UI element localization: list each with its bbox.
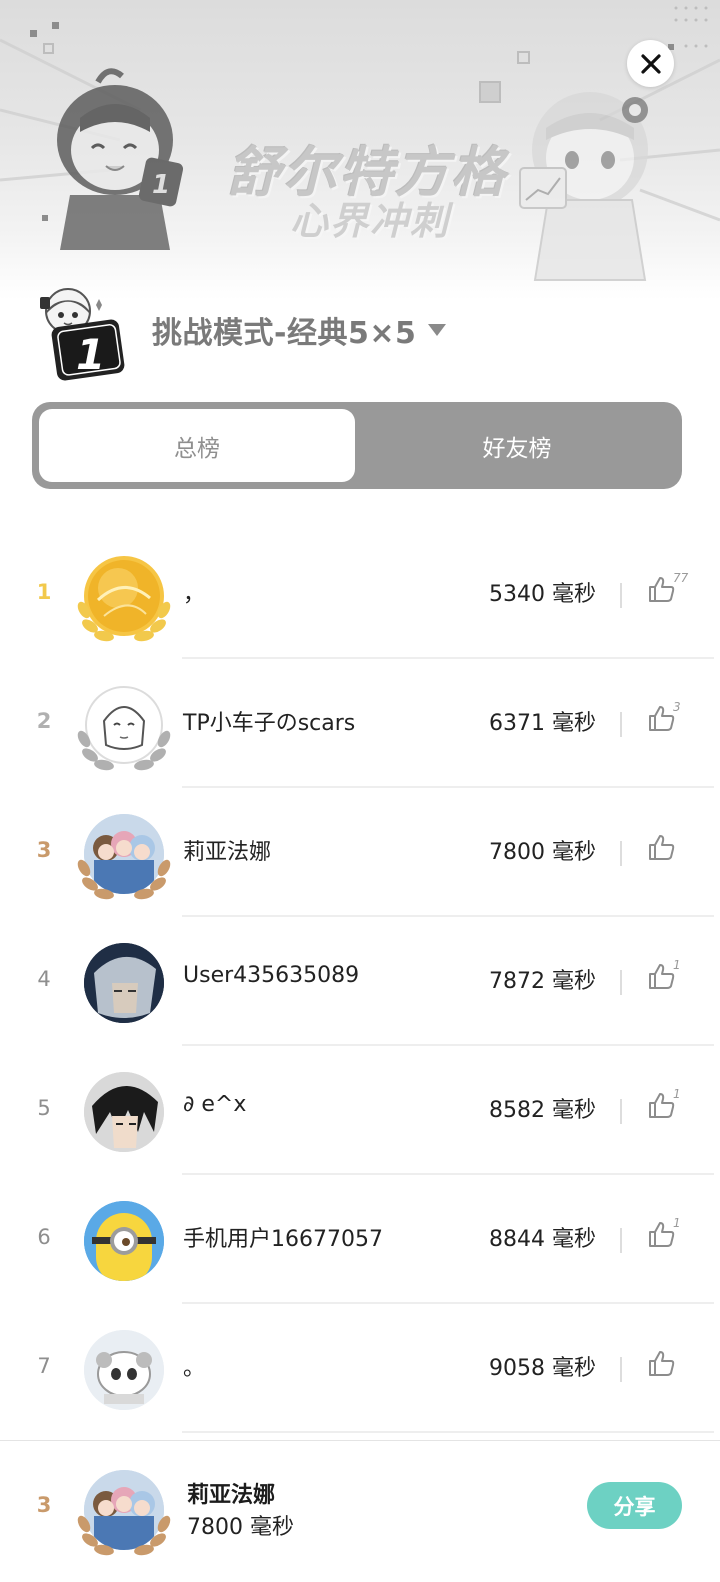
rank-number: 1 xyxy=(36,580,52,604)
row-divider xyxy=(182,1431,714,1433)
like-count: 1 xyxy=(673,1087,681,1101)
thumbs-up-icon xyxy=(649,1222,675,1247)
rank-number: 6 xyxy=(37,1225,51,1249)
avatar xyxy=(84,1072,164,1152)
my-rank-number: 3 xyxy=(36,1493,52,1517)
leaderboard-row[interactable]: 2 TP小车子のscars 6371 毫秒 3 xyxy=(0,659,720,788)
leaderboard-list: 1 ， 5340 毫秒 77 2 TP小车子のscars 6371 毫秒 3 3 莉亚法娜 7800… xyxy=(0,530,720,1433)
svg-text:1: 1 xyxy=(76,330,105,379)
thumbs-up-icon xyxy=(649,1351,675,1376)
user-avatar[interactable] xyxy=(76,939,172,1031)
like-button[interactable]: 77 xyxy=(646,571,690,614)
rank-number: 5 xyxy=(37,1096,51,1120)
user-avatar[interactable] xyxy=(76,681,172,773)
close-button[interactable] xyxy=(627,40,674,87)
close-icon xyxy=(640,53,661,74)
like-button[interactable]: 1 xyxy=(646,1087,690,1130)
leaderboard-tabs: 总榜 好友榜 xyxy=(32,402,682,489)
user-name: TP小车子のscars xyxy=(183,711,356,736)
separator xyxy=(620,712,622,737)
user-avatar[interactable] xyxy=(76,1068,172,1160)
banner: 1 舒尔特方格 心界冲刺 xyxy=(0,0,720,300)
like-count: 1 xyxy=(673,1216,681,1230)
like-count: 1 xyxy=(673,958,681,972)
rank-number: 7 xyxy=(37,1354,51,1378)
thumbs-up-icon xyxy=(649,835,675,860)
rank-number: 2 xyxy=(36,709,52,733)
thumbs-up-icon xyxy=(649,577,675,602)
leaderboard-row[interactable]: 1 ， 5340 毫秒 77 xyxy=(0,530,720,659)
svg-text:1: 1 xyxy=(152,170,170,200)
separator xyxy=(620,970,622,995)
tab-friends[interactable]: 好友榜 xyxy=(359,409,675,482)
my-time: 7800 毫秒 xyxy=(187,1515,294,1540)
thumbs-up-icon xyxy=(649,706,675,731)
user-name: 手机用户16677057 xyxy=(183,1227,383,1252)
separator xyxy=(620,1228,622,1253)
rank-number: 3 xyxy=(36,838,52,862)
left-character: 1 xyxy=(57,68,184,250)
tab-overall[interactable]: 总榜 xyxy=(39,409,355,482)
like-button[interactable]: 1 xyxy=(646,1216,690,1259)
thumbs-up-icon xyxy=(649,1093,675,1118)
my-name: 莉亚法娜 xyxy=(187,1483,276,1508)
user-name: User435635089 xyxy=(183,963,360,988)
separator xyxy=(620,1357,622,1382)
user-avatar[interactable] xyxy=(76,1326,172,1418)
like-button[interactable] xyxy=(646,1348,690,1388)
like-count: 77 xyxy=(673,571,689,585)
avatar xyxy=(84,1201,164,1281)
score-time: 8582 毫秒 xyxy=(489,1098,596,1123)
mode-logo: 1 xyxy=(32,283,130,381)
leaderboard-row[interactable]: 6 手机用户16677057 8844 毫秒 1 xyxy=(0,1175,720,1304)
separator xyxy=(620,841,622,866)
like-button[interactable]: 1 xyxy=(646,958,690,1001)
separator xyxy=(620,583,622,608)
like-button[interactable]: 3 xyxy=(646,700,690,743)
separator xyxy=(620,1099,622,1124)
user-name: 莉亚法娜 xyxy=(183,840,272,865)
score-time: 7872 毫秒 xyxy=(489,969,596,994)
caret-down-icon xyxy=(428,324,447,336)
leaderboard-row[interactable]: 5 ∂ e^x 8582 毫秒 1 xyxy=(0,1046,720,1175)
mode-selector[interactable]: 挑战模式-经典5×5 xyxy=(152,308,447,352)
thumbs-up-icon xyxy=(649,964,675,989)
user-name: 。 xyxy=(183,1356,206,1381)
score-time: 7800 毫秒 xyxy=(489,840,596,865)
score-time: 6371 毫秒 xyxy=(489,711,596,736)
my-rank-bar: 3 莉亚法娜 7800 毫秒 分享 xyxy=(0,1440,720,1582)
user-name: ∂ e^x xyxy=(183,1092,247,1117)
score-time: 5340 毫秒 xyxy=(489,582,596,607)
like-button[interactable] xyxy=(646,832,690,872)
user-avatar[interactable] xyxy=(76,810,172,902)
rank-number: 4 xyxy=(37,967,51,991)
score-time: 9058 毫秒 xyxy=(489,1356,596,1381)
my-avatar xyxy=(76,1466,172,1558)
user-name: ， xyxy=(183,582,206,607)
avatar xyxy=(84,943,164,1023)
user-avatar[interactable] xyxy=(76,552,172,644)
right-character xyxy=(519,92,648,281)
mode-title: 挑战模式-经典5×5 xyxy=(152,316,417,351)
user-avatar[interactable] xyxy=(76,1197,172,1289)
score-time: 8844 毫秒 xyxy=(489,1227,596,1252)
avatar xyxy=(84,1330,164,1410)
banner-subtitle: 心界冲刺 xyxy=(289,199,450,243)
leaderboard-row[interactable]: 3 莉亚法娜 7800 毫秒 xyxy=(0,788,720,917)
leaderboard-row[interactable]: 7 。 9058 毫秒 xyxy=(0,1304,720,1433)
share-button[interactable]: 分享 xyxy=(587,1482,682,1529)
leaderboard-row[interactable]: 4 User435635089 7872 毫秒 1 xyxy=(0,917,720,1046)
like-count: 3 xyxy=(673,700,681,714)
